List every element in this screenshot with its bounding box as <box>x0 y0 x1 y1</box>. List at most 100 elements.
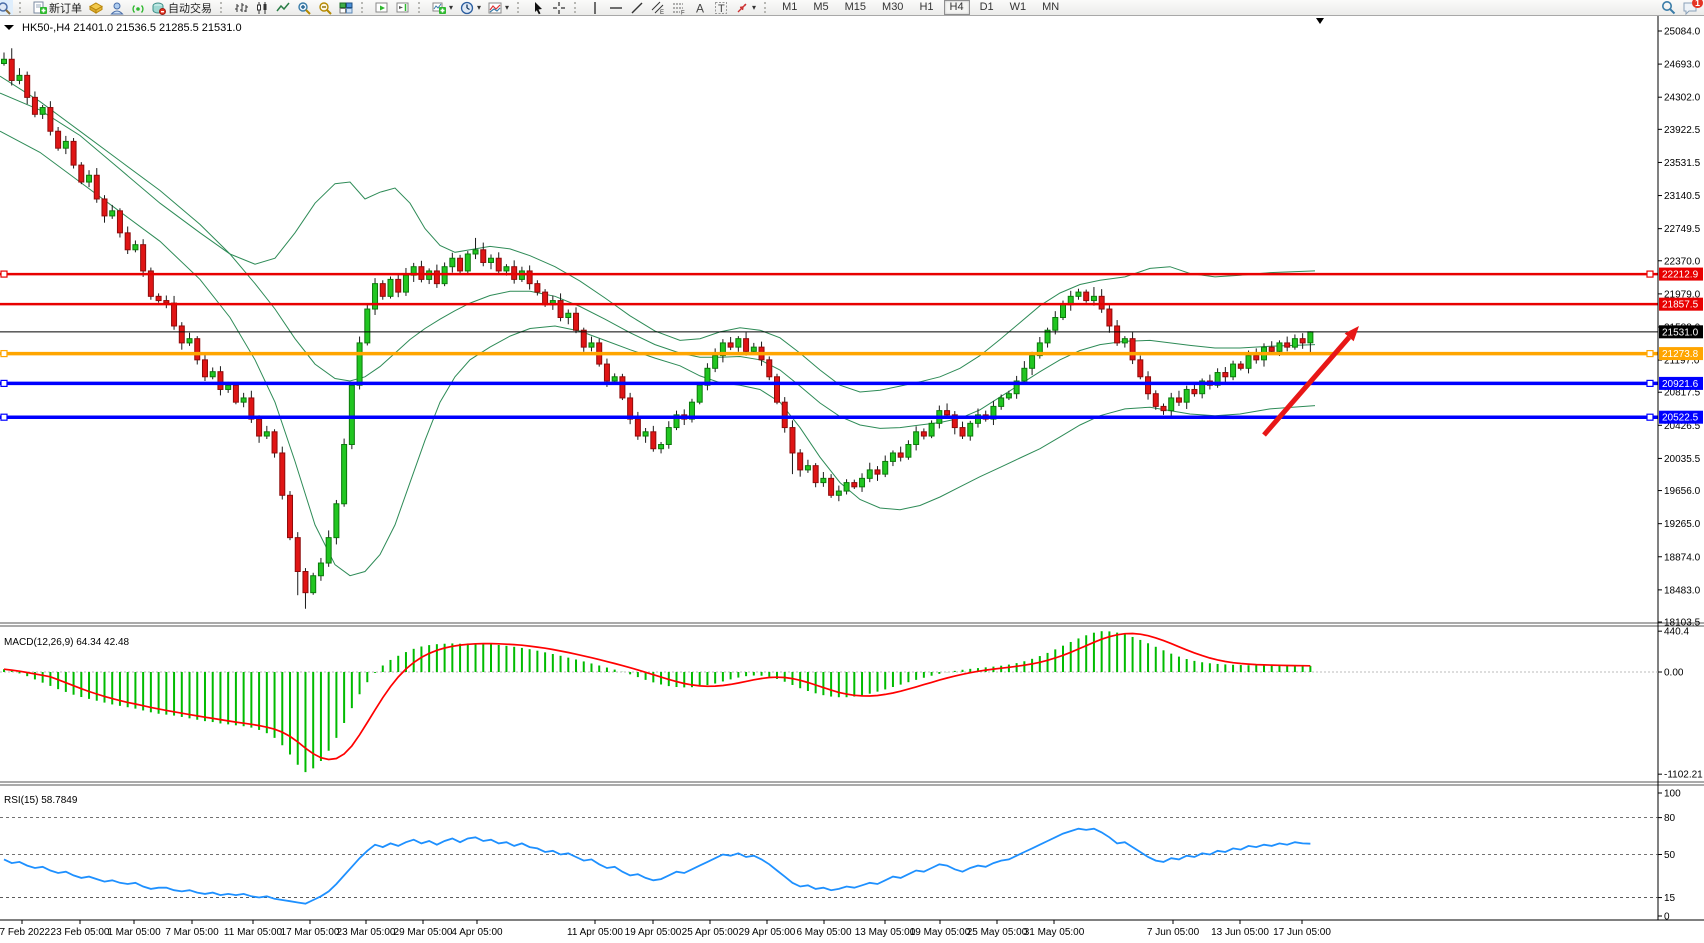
objects-dropdown-icon[interactable] <box>4 25 14 30</box>
rsi-tick: 0 <box>1664 912 1670 923</box>
line-handle[interactable] <box>1647 414 1653 420</box>
time-tick: 17 Jun 05:00 <box>1273 927 1331 938</box>
macd-tick: -1102.21 <box>1664 770 1703 781</box>
price-label: 21531.0 <box>1662 327 1699 338</box>
chart-area[interactable]: 25084.024693.024302.023922.523531.523140… <box>0 16 1704 943</box>
rsi-line <box>4 829 1310 904</box>
line-handle[interactable] <box>1647 351 1653 357</box>
signals-button[interactable] <box>129 0 147 15</box>
community-button[interactable] <box>108 0 126 15</box>
new-order-label: 新订单 <box>49 0 82 16</box>
channel-icon: E <box>651 1 665 15</box>
candlestick-chart-icon <box>255 1 269 15</box>
time-tick: 17 Mar 05:00 <box>281 927 340 938</box>
templates-dropdown[interactable]: ▾ <box>486 0 511 15</box>
price-tick: 23531.5 <box>1664 158 1701 169</box>
chart-canvas[interactable]: 25084.024693.024302.023922.523531.523140… <box>0 16 1704 943</box>
zoom-out-button[interactable] <box>316 0 334 15</box>
line-handle[interactable] <box>1 380 7 386</box>
line-chart-button[interactable] <box>274 0 292 15</box>
price-tick: 22370.0 <box>1664 256 1701 267</box>
toolbar-grip[interactable] <box>517 2 523 13</box>
time-tick: 19 Apr 05:00 <box>625 927 682 938</box>
tf-H4[interactable]: H4 <box>944 0 970 15</box>
trendline-icon <box>630 1 644 15</box>
line-handle[interactable] <box>1 271 7 277</box>
tile-windows-icon <box>339 1 353 15</box>
macd-histogram <box>4 631 1310 772</box>
line-handle[interactable] <box>1 351 7 357</box>
market-watch-button[interactable] <box>87 0 105 15</box>
macd-tick: 440.4 <box>1664 627 1689 638</box>
fibonacci-icon: F <box>672 1 686 15</box>
price-label: 22212.9 <box>1662 270 1699 281</box>
price-tick: 19656.0 <box>1664 486 1701 497</box>
new-order-button[interactable]: 新订单 <box>31 0 84 15</box>
toolbar-grip[interactable] <box>574 2 580 13</box>
price-label: 21857.5 <box>1662 300 1699 311</box>
periods-dropdown[interactable]: ▾ <box>458 0 483 15</box>
time-tick: 25 May 05:00 <box>967 927 1028 938</box>
tf-M1[interactable]: M1 <box>776 0 803 15</box>
tf-M15[interactable]: M15 <box>839 0 872 15</box>
toolbar-grip[interactable] <box>764 2 770 13</box>
tf-D1[interactable]: D1 <box>974 0 1000 15</box>
chart-shift-marker[interactable] <box>1316 18 1324 24</box>
search-button[interactable] <box>1661 0 1676 15</box>
toolbar-grip[interactable] <box>220 2 226 13</box>
candlestick-chart-button[interactable] <box>253 0 271 15</box>
signal-waves-icon <box>131 1 145 15</box>
autotrading-label: 自动交易 <box>168 0 212 16</box>
time-tick: 23 Mar 05:00 <box>337 927 396 938</box>
price-label: 20522.5 <box>1662 413 1699 424</box>
tile-windows-button[interactable] <box>337 0 355 15</box>
cursor-icon <box>531 1 545 15</box>
horizontal-line-tool[interactable] <box>607 0 625 15</box>
tf-M5[interactable]: M5 <box>807 0 834 15</box>
text-tool[interactable]: A <box>691 0 709 15</box>
macd-label: MACD(12,26,9) 64.34 42.48 <box>4 637 130 648</box>
chat-button[interactable]: 1 <box>1682 1 1698 15</box>
crosshair-tool[interactable] <box>550 0 568 15</box>
toolbar-grip[interactable] <box>418 2 424 13</box>
toolbar-grip[interactable] <box>361 2 367 13</box>
price-tick: 24693.0 <box>1664 60 1701 71</box>
trendline-tool[interactable] <box>628 0 646 15</box>
equidistant-channel-tool[interactable]: E <box>649 0 667 15</box>
autotrading-button[interactable]: 自动交易 <box>150 0 214 15</box>
chart-window-icon[interactable] <box>0 0 13 15</box>
tf-W1[interactable]: W1 <box>1004 0 1033 15</box>
cursor-tool[interactable] <box>529 0 547 15</box>
arrows-dropdown[interactable]: ▾ <box>733 0 758 15</box>
auto-scroll-icon <box>375 1 389 15</box>
autotrading-icon <box>152 1 166 15</box>
macd-signal-line <box>4 634 1310 760</box>
line-handle[interactable] <box>1647 380 1653 386</box>
time-tick: 1 Mar 05:00 <box>107 927 161 938</box>
line-handle[interactable] <box>1 414 7 420</box>
price-tick: 18874.0 <box>1664 552 1701 563</box>
bar-chart-button[interactable] <box>232 0 250 15</box>
tf-M30[interactable]: M30 <box>876 0 909 15</box>
svg-text:F: F <box>681 10 685 15</box>
chart-shift-button[interactable] <box>394 0 412 15</box>
chat-badge: 1 <box>1692 0 1703 8</box>
tf-MN[interactable]: MN <box>1036 0 1065 15</box>
zoom-out-icon <box>318 1 332 15</box>
time-tick: 29 Apr 05:00 <box>739 927 796 938</box>
tf-H1[interactable]: H1 <box>913 0 939 15</box>
toolbar-grip[interactable] <box>19 2 25 13</box>
zoom-in-button[interactable] <box>295 0 313 15</box>
person-icon <box>110 1 124 15</box>
time-tick: 29 Mar 05:00 <box>394 927 453 938</box>
auto-scroll-button[interactable] <box>373 0 391 15</box>
timeframe-bar: M1 M5 M15 M30 H1 H4 D1 W1MN <box>776 0 1065 15</box>
text-a-icon: A <box>693 1 707 15</box>
fibonacci-tool[interactable]: F <box>670 0 688 15</box>
vertical-line-tool[interactable] <box>586 0 604 15</box>
line-handle[interactable] <box>1647 271 1653 277</box>
price-tick: 24302.0 <box>1664 93 1701 104</box>
text-label-tool[interactable]: T <box>712 0 730 15</box>
new-chart-dropdown[interactable]: ▾ <box>430 0 455 15</box>
chart-shift-icon <box>396 1 410 15</box>
